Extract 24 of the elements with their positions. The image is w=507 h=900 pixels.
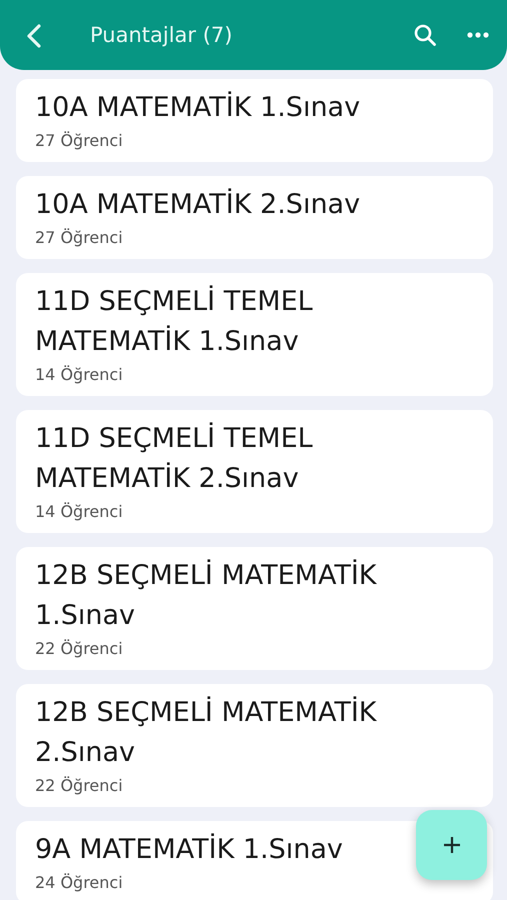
search-icon[interactable]: [413, 23, 437, 47]
more-icon[interactable]: [467, 32, 489, 38]
student-count: 27 Öğrenci: [35, 227, 124, 249]
item-title: 12B SEÇMELİ MATEMATİK 2.Sınav: [35, 695, 378, 770]
item-title: 11D SEÇMELİ TEMEL MATEMATİK 2.Sınav: [35, 421, 314, 496]
item-title: 9A MATEMATİK 1.Sınav: [35, 832, 343, 867]
student-count: 14 Öğrenci: [35, 501, 124, 523]
student-count: 22 Öğrenci: [35, 638, 124, 660]
item-title: 10A MATEMATİK 1.Sınav: [35, 90, 360, 125]
list-item-card[interactable]: 12B SEÇMELİ MATEMATİK 2.Sınav 22 Öğrenci: [16, 684, 493, 807]
student-count: 22 Öğrenci: [35, 775, 124, 797]
student-count: 14 Öğrenci: [35, 364, 124, 386]
student-count: 24 Öğrenci: [35, 872, 124, 894]
list-item-card[interactable]: 11D SEÇMELİ TEMEL MATEMATİK 2.Sınav 14 Öğrenci: [16, 410, 493, 533]
list-item-card[interactable]: 11D SEÇMELİ TEMEL MATEMATİK 1.Sınav 14 Öğrenci: [16, 273, 493, 396]
item-title: 11D SEÇMELİ TEMEL MATEMATİK 1.Sınav: [35, 284, 314, 359]
page-title: Puantajlar (7): [90, 23, 234, 47]
item-title: 12B SEÇMELİ MATEMATİK 1.Sınav: [35, 558, 378, 633]
plus-icon: [442, 836, 460, 854]
item-title: 10A MATEMATİK 2.Sınav: [35, 187, 360, 222]
list-item-card[interactable]: 10A MATEMATİK 1.Sınav 27 Öğrenci: [16, 79, 493, 162]
student-count: 27 Öğrenci: [35, 130, 124, 152]
list-item-card[interactable]: 12B SEÇMELİ MATEMATİK 1.Sınav 22 Öğrenci: [16, 547, 493, 670]
list-item-card[interactable]: 10A MATEMATİK 2.Sınav 27 Öğrenci: [16, 176, 493, 259]
